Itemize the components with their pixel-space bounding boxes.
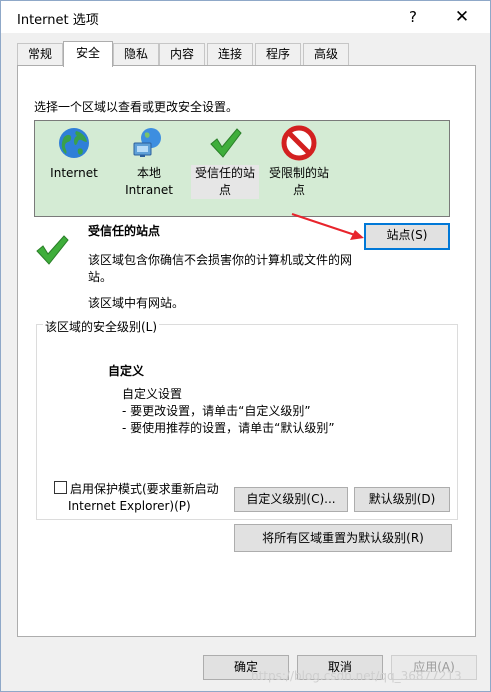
window-title: Internet 选项 — [17, 13, 99, 28]
zone-label: Intranet — [125, 183, 173, 197]
close-button[interactable]: ✕ — [447, 5, 477, 29]
zone-internet[interactable]: Internet — [49, 125, 99, 182]
protected-mode-checkbox[interactable] — [54, 481, 67, 494]
help-button[interactable]: ? — [398, 5, 428, 29]
tab-connections[interactable]: 连接 — [207, 43, 253, 65]
selected-zone-check-icon — [34, 234, 70, 269]
security-level-name: 自定义 — [108, 364, 145, 378]
default-level-button[interactable]: 默认级别(D) — [354, 487, 450, 512]
tab-content[interactable]: 内容 — [159, 43, 205, 65]
selected-zone-title: 受信任的站点 — [88, 224, 161, 238]
protected-mode-label-line2[interactable]: Internet Explorer)(P) — [54, 498, 219, 515]
zone-label: 点 — [292, 183, 305, 197]
zone-list: Internet 本地 Intranet 受信任的站 点 受限制的站 点 — [34, 120, 450, 217]
level-desc-line: - 要使用推荐的设置，请单击“默认级别” — [122, 421, 335, 435]
security-tab-panel: 选择一个区域以查看或更改安全设置。 Internet 本地 Intranet 受… — [17, 65, 476, 637]
annotation-arrow — [291, 213, 364, 240]
watermark: https://blog.csdn.net/qq_36877213 — [251, 669, 462, 683]
zone-label: 点 — [191, 182, 259, 199]
protected-mode-option: 启用保护模式(要求重新启动 Internet Explorer)(P) — [54, 481, 219, 515]
title-bar: Internet 选项 ? ✕ — [1, 1, 490, 33]
reset-all-zones-button[interactable]: 将所有区域重置为默认级别(R) — [234, 524, 452, 552]
tab-advanced[interactable]: 高级 — [303, 43, 349, 65]
selected-zone-status: 该区域中有网站。 — [88, 296, 185, 310]
tab-security[interactable]: 安全 — [63, 41, 113, 67]
globe-icon — [56, 125, 92, 161]
tab-general[interactable]: 常规 — [17, 43, 63, 65]
zone-restricted-sites[interactable]: 受限制的站 点 — [265, 125, 333, 199]
level-desc-line: - 要更改设置，请单击“自定义级别” — [122, 404, 311, 418]
selected-zone-description: 该区域包含你确信不会损害你的计算机或文件的网站。 — [88, 253, 353, 284]
custom-level-button[interactable]: 自定义级别(C)... — [234, 487, 348, 512]
tab-programs[interactable]: 程序 — [255, 43, 301, 65]
security-level-description: 自定义设置 - 要更改设置，请单击“自定义级别” - 要使用推荐的设置，请单击“… — [122, 386, 335, 437]
zone-local-intranet[interactable]: 本地 Intranet — [121, 125, 177, 199]
protected-mode-label[interactable]: 启用保护模式(要求重新启动 — [70, 482, 219, 496]
zones-instruction: 选择一个区域以查看或更改安全设置。 — [34, 100, 239, 114]
zone-label: Internet — [50, 166, 98, 180]
tab-privacy[interactable]: 隐私 — [113, 43, 159, 65]
restricted-icon — [281, 125, 317, 161]
zone-label: 受信任的站 — [191, 165, 259, 182]
sites-button[interactable]: 站点(S) — [364, 223, 450, 250]
green-check-icon — [207, 125, 243, 161]
zone-label: 受限制的站 — [268, 166, 329, 180]
zone-trusted-sites[interactable]: 受信任的站 点 — [191, 125, 259, 199]
local-intranet-icon — [131, 125, 167, 161]
security-level-label: 该区域的安全级别(L) — [43, 318, 160, 335]
level-desc-line: 自定义设置 — [122, 387, 183, 401]
zone-label: 本地 — [136, 166, 161, 180]
internet-options-dialog: Internet 选项 ? ✕ 常规 安全 隐私 内容 连接 程序 高级 选择一… — [0, 0, 491, 692]
